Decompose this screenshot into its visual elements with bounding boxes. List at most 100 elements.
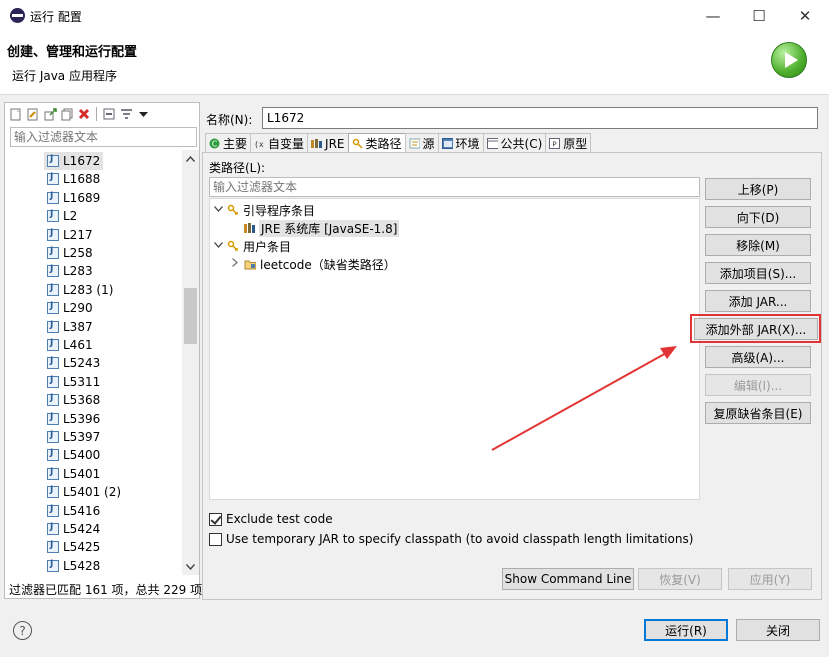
jre-icon: [311, 138, 323, 149]
checkbox-unchecked-icon[interactable]: [209, 532, 222, 546]
config-list-item[interactable]: L5401 (2): [44, 483, 124, 501]
collapsed-icon[interactable]: [230, 258, 240, 270]
use-temp-jar-checkbox[interactable]: Use temporary JAR to specify classpath (…: [209, 530, 693, 548]
common-icon: [486, 138, 498, 149]
apply-button[interactable]: 应用(Y): [728, 568, 812, 590]
tab-arguments[interactable]: (x)=自变量: [250, 133, 309, 153]
tab-label: 自变量: [268, 137, 305, 151]
java-app-config-icon: [47, 540, 59, 554]
config-list-item[interactable]: L2: [44, 207, 80, 225]
new-config-icon[interactable]: [9, 107, 23, 121]
config-list-item[interactable]: L461: [44, 336, 96, 354]
view-menu-icon[interactable]: [136, 107, 150, 121]
config-list-item[interactable]: L5311: [44, 373, 103, 391]
tab-label: 环境: [455, 137, 480, 151]
tab-main[interactable]: C 主要: [205, 133, 252, 153]
config-list-item[interactable]: L5368: [44, 391, 103, 409]
maximize-button[interactable]: ☐: [736, 0, 782, 31]
tab-classpath[interactable]: 类路径: [347, 133, 406, 153]
checkbox-checked-icon[interactable]: [209, 512, 222, 526]
config-name-input[interactable]: [262, 107, 818, 129]
tree-node-bootstrap[interactable]: 引导程序条目: [213, 201, 315, 219]
config-list-item-label: L290: [63, 301, 93, 316]
remove-button[interactable]: 移除(M): [705, 234, 811, 256]
move-up-button[interactable]: 上移(P): [705, 178, 811, 200]
help-icon[interactable]: ?: [13, 621, 32, 640]
new-prototype-icon[interactable]: [26, 107, 40, 121]
tab-common[interactable]: 公共(C): [482, 133, 547, 153]
duplicate-config-icon[interactable]: [60, 107, 74, 121]
tree-node-project[interactable]: leetcode（缺省类路径）: [230, 255, 396, 273]
java-app-config-icon: [47, 504, 59, 517]
config-list-scrollbar[interactable]: [182, 150, 199, 575]
scroll-thumb[interactable]: [184, 287, 197, 344]
config-list-item-label: L461: [63, 338, 93, 352]
config-list-item[interactable]: L283: [44, 262, 96, 280]
edit-button[interactable]: 编辑(I)...: [705, 374, 811, 396]
export-config-icon[interactable]: [43, 107, 57, 121]
java-app-config-icon: [47, 172, 59, 186]
revert-button[interactable]: 恢复(V): [638, 568, 722, 590]
config-filter-input[interactable]: [10, 127, 197, 147]
config-list-item-label: L5425: [63, 540, 101, 555]
config-list-item[interactable]: L5400: [44, 446, 103, 464]
restore-default-button[interactable]: 复原缺省条目(E): [705, 402, 811, 424]
tree-node-jre[interactable]: JRE 系统库 [JavaSE-1.8]: [243, 219, 400, 237]
filter-config-icon[interactable]: [119, 107, 133, 121]
config-list-item[interactable]: L1688: [44, 170, 103, 188]
scroll-down-arrow[interactable]: [182, 558, 199, 575]
delete-config-icon[interactable]: [77, 107, 91, 121]
config-list-item[interactable]: L1689: [44, 189, 103, 207]
config-list-item[interactable]: L5425: [44, 538, 103, 556]
collapse-all-icon[interactable]: [102, 107, 116, 121]
config-list-item[interactable]: L387: [44, 318, 96, 336]
config-list-item-label: L5243: [63, 356, 101, 371]
config-list-item-label: L5424: [63, 522, 101, 536]
java-app-config-icon: [47, 559, 59, 572]
run-button[interactable]: 运行(R): [644, 619, 728, 641]
config-list-item-label: L5428: [63, 558, 101, 573]
tab-prototype[interactable]: P 原型: [545, 133, 592, 153]
tree-node-user[interactable]: 用户条目: [213, 237, 291, 255]
move-down-button[interactable]: 向下(D): [705, 206, 811, 228]
tab-jre[interactable]: JRE: [307, 133, 349, 153]
add-projects-button[interactable]: 添加项目(S)...: [705, 262, 811, 284]
minimize-button[interactable]: —: [690, 0, 736, 31]
config-list-item[interactable]: L5397: [44, 428, 103, 446]
show-command-line-button[interactable]: Show Command Line: [502, 568, 634, 590]
tab-environment[interactable]: 环境: [437, 133, 484, 153]
config-list-item[interactable]: L5424: [44, 520, 103, 538]
config-list-item-label: L387: [63, 319, 93, 334]
config-list-item[interactable]: L258: [44, 244, 96, 262]
source-icon: [409, 138, 420, 149]
java-app-config-icon: [47, 356, 59, 370]
scroll-up-arrow[interactable]: [182, 150, 199, 167]
expand-icon[interactable]: [213, 241, 223, 251]
tab-source[interactable]: 源: [404, 133, 439, 153]
launch-config-panel: L1672 L1688 L1689 L2 L217 L258 L283 L283 (1) L29…: [4, 102, 202, 599]
classpath-tree: 引导程序条目 JRE 系统库 [JavaSE-1.8] 用户条目 leetcod…: [209, 198, 700, 500]
config-list-item[interactable]: L5401: [44, 465, 103, 483]
add-jars-button[interactable]: 添加 JAR...: [705, 290, 811, 312]
config-list-item[interactable]: L5428: [44, 557, 103, 575]
java-app-config-icon: [47, 393, 59, 407]
config-list-item[interactable]: L283 (1): [44, 281, 116, 299]
exclude-test-code-checkbox[interactable]: Exclude test code: [209, 510, 333, 528]
config-list-item[interactable]: L5243: [44, 354, 103, 372]
close-button[interactable]: 关闭: [736, 619, 820, 641]
dialog-title: 创建、管理和运行配置: [7, 45, 138, 60]
config-list-item[interactable]: L290: [44, 299, 96, 317]
config-list-item[interactable]: L5396: [44, 410, 103, 428]
expand-icon[interactable]: [213, 205, 223, 215]
tree-label-bootstrap: 引导程序条目: [243, 203, 316, 218]
config-list-item-label: L283: [63, 264, 93, 279]
config-list-item[interactable]: L217: [44, 226, 96, 244]
dialog-header: 创建、管理和运行配置 运行 Java 应用程序: [0, 31, 829, 95]
config-list-item[interactable]: L1672: [44, 152, 104, 170]
classpath-filter-input[interactable]: [209, 177, 700, 197]
config-list-item[interactable]: L5416: [44, 502, 103, 520]
run-icon: [771, 42, 807, 78]
advanced-button[interactable]: 高级(A)...: [705, 346, 811, 368]
java-app-config-icon: [47, 522, 59, 535]
close-window-button[interactable]: ✕: [782, 0, 828, 31]
